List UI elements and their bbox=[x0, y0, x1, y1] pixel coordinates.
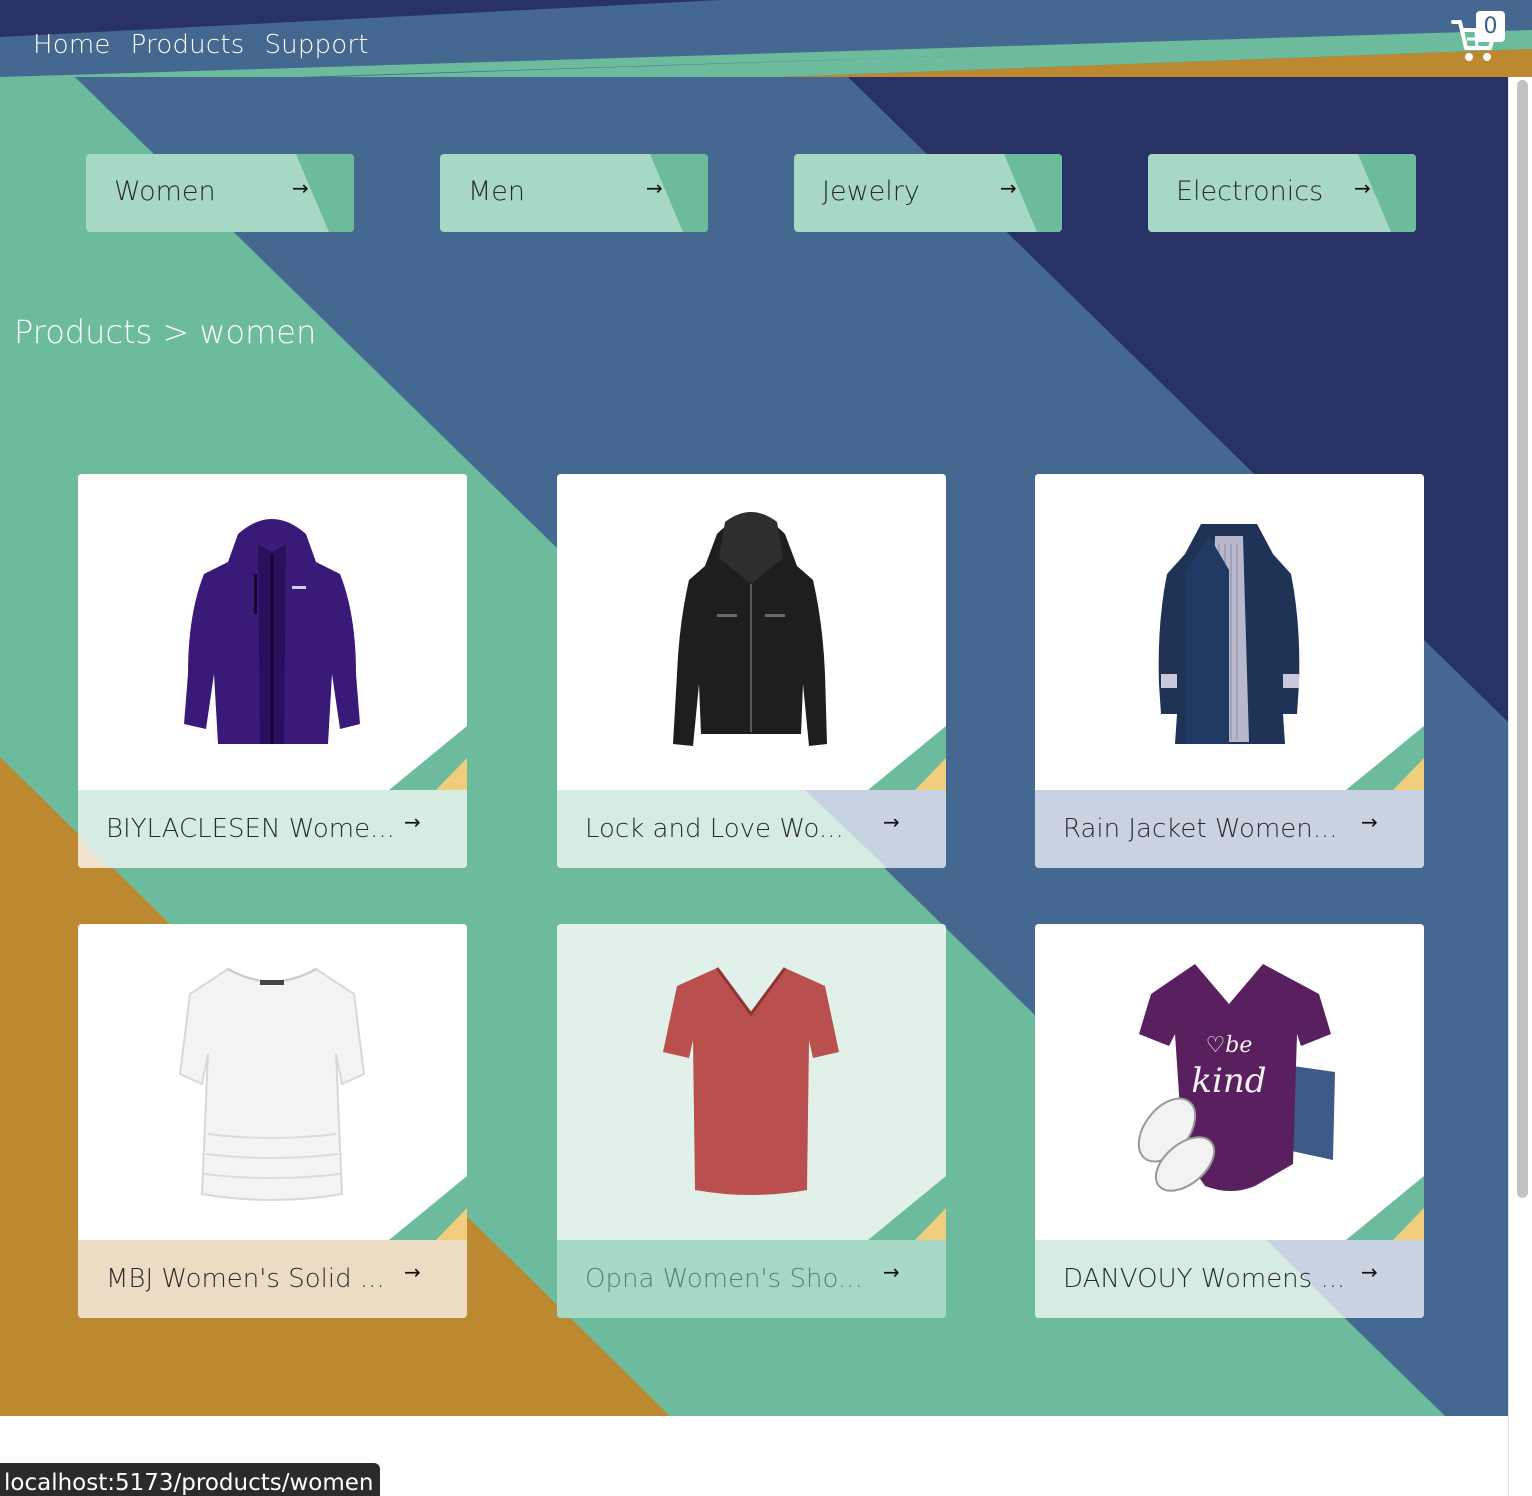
product-title: DANVOUY Womens ... bbox=[1063, 1264, 1346, 1294]
page-scrollbar-thumb[interactable] bbox=[1517, 80, 1528, 1198]
arrow-right-icon: → bbox=[1361, 810, 1378, 834]
product-card-footer: Rain Jacket Women... → bbox=[1035, 790, 1424, 868]
product-card-footer: MBJ Women's Solid ... → bbox=[78, 1240, 467, 1318]
card-corner-decoration bbox=[1346, 726, 1424, 790]
category-label: Men bbox=[468, 176, 526, 207]
product-title: Rain Jacket Women... bbox=[1063, 814, 1338, 844]
card-corner-decoration bbox=[868, 726, 946, 790]
product-card[interactable]: MBJ Women's Solid ... → bbox=[78, 924, 467, 1318]
arrow-right-icon: → bbox=[883, 810, 900, 834]
category-jewelry-button[interactable]: Jewelry → bbox=[794, 154, 1062, 232]
card-corner-decoration bbox=[389, 726, 467, 790]
product-title: BIYLACLESEN Wome... bbox=[106, 814, 395, 844]
product-card-footer: Lock and Love Wo... → bbox=[557, 790, 946, 868]
category-label: Jewelry bbox=[822, 176, 920, 207]
arrow-right-icon: → bbox=[404, 1260, 421, 1284]
category-men-button[interactable]: Men → bbox=[440, 154, 708, 232]
arrow-right-icon: → bbox=[883, 1260, 900, 1284]
product-title: Lock and Love Wo... bbox=[585, 814, 844, 844]
arrow-right-icon: → bbox=[1000, 176, 1017, 200]
link-status-bar: localhost:5173/products/women bbox=[0, 1463, 380, 1496]
card-corner-decoration bbox=[1346, 1176, 1424, 1240]
arrow-right-icon: → bbox=[1354, 176, 1371, 200]
cart-count-badge: 0 bbox=[1476, 11, 1505, 42]
category-label: Women bbox=[114, 176, 216, 207]
category-women-button[interactable]: Women → bbox=[86, 154, 354, 232]
category-electronics-button[interactable]: Electronics → bbox=[1148, 154, 1416, 232]
product-card-footer: DANVOUY Womens ... → bbox=[1035, 1240, 1424, 1318]
nav-home-link[interactable]: Home bbox=[33, 30, 111, 60]
nav-support-link[interactable]: Support bbox=[264, 30, 368, 60]
main-nav: Home Products Support bbox=[33, 30, 369, 60]
products-page: Women → Men → Jewelry → Electronics → Pr… bbox=[0, 77, 1508, 1416]
card-corner-decoration bbox=[868, 1176, 946, 1240]
product-card-footer: Opna Women's Sho... → bbox=[557, 1240, 946, 1318]
product-card[interactable]: BIYLACLESEN Wome... → bbox=[78, 474, 467, 868]
product-title: Opna Women's Sho... bbox=[585, 1264, 863, 1294]
breadcrumb: Products > women bbox=[14, 313, 317, 351]
product-card[interactable]: Lock and Love Wo... → bbox=[557, 474, 946, 868]
arrow-right-icon: → bbox=[1361, 1260, 1378, 1284]
product-card[interactable]: Opna Women's Sho... → bbox=[557, 924, 946, 1318]
product-card-footer: BIYLACLESEN Wome... → bbox=[78, 790, 467, 868]
top-nav-bar: Home Products Support 0 bbox=[0, 0, 1532, 77]
arrow-right-icon: → bbox=[292, 176, 309, 200]
product-title: MBJ Women's Solid ... bbox=[106, 1264, 385, 1294]
card-corner-decoration bbox=[389, 1176, 467, 1240]
arrow-right-icon: → bbox=[404, 810, 421, 834]
category-label: Electronics bbox=[1176, 176, 1324, 207]
product-card[interactable]: Rain Jacket Women... → bbox=[1035, 474, 1424, 868]
product-card[interactable]: ♡be kind DANVOUY Womens ... → bbox=[1035, 924, 1424, 1318]
arrow-right-icon: → bbox=[646, 176, 663, 200]
nav-products-link[interactable]: Products bbox=[131, 30, 245, 60]
